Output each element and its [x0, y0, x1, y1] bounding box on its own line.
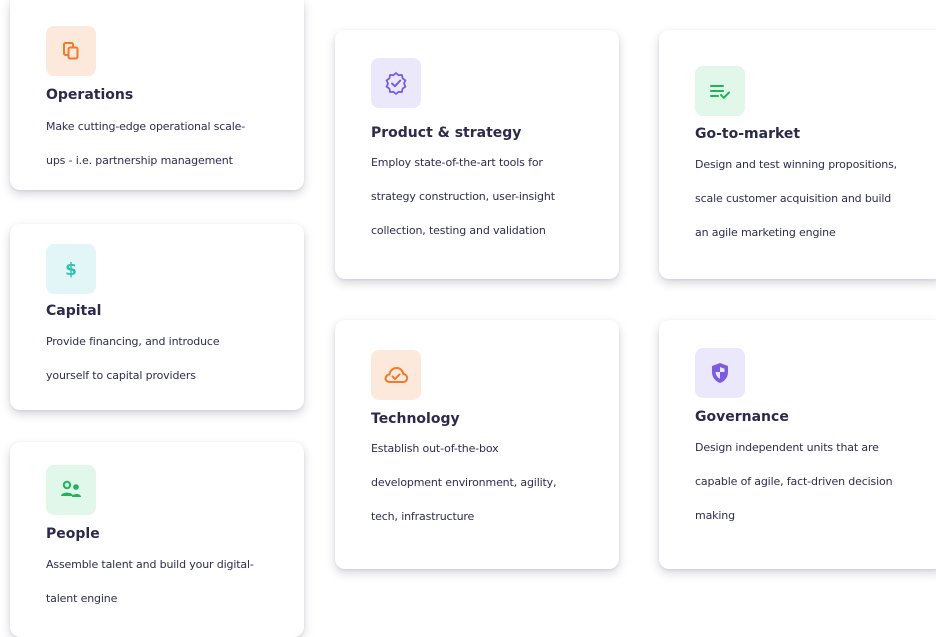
- description-line: Provide financing, and introduce: [46, 335, 220, 348]
- description-line: making: [695, 509, 735, 522]
- description-line: Design independent units that are: [695, 441, 879, 454]
- card-description: Provide financing, and introduce yoursel…: [46, 325, 294, 393]
- card-governance: Governance Design independent units that…: [659, 320, 936, 569]
- card-title: Go-to-market: [695, 126, 801, 142]
- card-title: Governance: [695, 409, 789, 425]
- verified-badge-icon: [371, 58, 421, 108]
- card-description: Design independent units that are capabl…: [695, 431, 934, 533]
- card-people: People Assemble talent and build your di…: [10, 442, 304, 637]
- card-title: Product & strategy: [371, 125, 522, 141]
- card-description: Assemble talent and build your digital- …: [46, 548, 294, 616]
- description-line: strategy construction, user-insight: [371, 190, 555, 203]
- description-line: ups - i.e. partnership management: [46, 154, 233, 167]
- shield-icon: [695, 348, 745, 398]
- cloud-check-icon: [371, 350, 421, 400]
- card-description: Establish out-of-the-box development env…: [371, 432, 609, 534]
- description-line: yourself to capital providers: [46, 369, 196, 382]
- card-description: Make cutting-edge operational scale- ups…: [46, 110, 294, 178]
- dollar-icon: $: [46, 244, 96, 294]
- description-line: Design and test winning propositions,: [695, 158, 898, 171]
- card-operations: Operations Make cutting-edge operational…: [10, 0, 304, 190]
- description-line: Assemble talent and build your digital-: [46, 558, 254, 571]
- card-technology: Technology Establish out-of-the-box deve…: [335, 320, 619, 569]
- card-product-strategy: Product & strategy Employ state-of-the-a…: [335, 30, 619, 279]
- description-line: Establish out-of-the-box: [371, 442, 499, 455]
- services-grid-page: { "colors": { "orange": "#f07b2c", "purp…: [0, 0, 936, 637]
- description-line: development environment, agility,: [371, 476, 557, 489]
- card-capital: $ Capital Provide financing, and introdu…: [10, 224, 304, 410]
- description-line: Employ state-of-the-art tools for: [371, 156, 543, 169]
- people-icon: [46, 465, 96, 515]
- card-title: Capital: [46, 303, 102, 319]
- description-line: collection, testing and validation: [371, 224, 546, 237]
- copy-icon: [46, 26, 96, 76]
- card-description: Employ state-of-the-art tools for strate…: [371, 146, 609, 248]
- card-title: Operations: [46, 87, 134, 103]
- description-line: capable of agile, fact-driven decision: [695, 475, 893, 488]
- description-line: tech, infrastructure: [371, 510, 475, 523]
- card-description: Design and test winning propositions, sc…: [695, 148, 934, 250]
- svg-text:$: $: [65, 260, 77, 280]
- description-line: talent engine: [46, 592, 118, 605]
- card-title: Technology: [371, 411, 460, 427]
- description-line: an agile marketing engine: [695, 226, 836, 239]
- description-line: Make cutting-edge operational scale-: [46, 120, 246, 133]
- description-line: scale customer acquisition and build: [695, 192, 892, 205]
- card-title: People: [46, 526, 100, 542]
- list-check-icon: [695, 66, 745, 116]
- card-go-to-market: Go-to-market Design and test winning pro…: [659, 30, 936, 279]
